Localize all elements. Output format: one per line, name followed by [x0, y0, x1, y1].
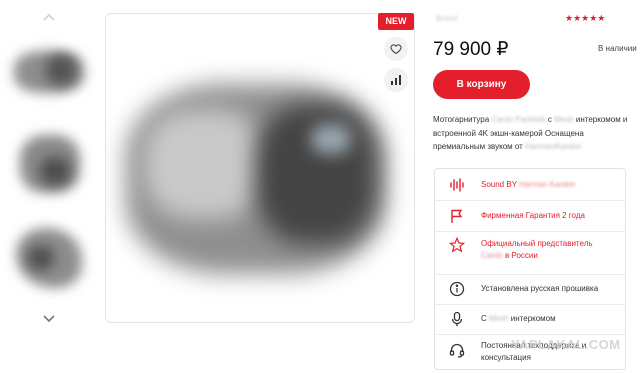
- feature-item-firmware: Установлена русская прошивка: [435, 274, 625, 305]
- microphone-icon: [449, 311, 465, 327]
- description-text: с: [545, 115, 555, 124]
- chevron-up-icon[interactable]: [40, 8, 58, 26]
- add-to-cart-button[interactable]: В корзину: [433, 70, 530, 99]
- description-text: Мотогарнитура: [433, 115, 492, 124]
- feature-label: Sound BY Harman Kardon: [481, 180, 576, 189]
- feature-item-intercom: С Mesh интеркомом: [435, 304, 625, 335]
- info-icon: [449, 281, 465, 297]
- description-redacted: Cardo Packtalk: [491, 115, 546, 124]
- sound-wave-icon: [449, 177, 465, 193]
- heart-icon: [390, 44, 402, 55]
- chevron-down-icon[interactable]: [40, 310, 58, 328]
- feature-item-warranty: Фирменная Гарантия 2 года: [435, 200, 625, 232]
- new-badge: NEW: [378, 13, 414, 30]
- star-icon: [448, 236, 466, 253]
- product-brand[interactable]: Brand: [436, 14, 457, 23]
- thumbnail-1[interactable]: [6, 35, 92, 111]
- feature-label: Установлена русская прошивка: [481, 284, 599, 293]
- feature-label: Фирменная Гарантия 2 года: [481, 211, 585, 220]
- compare-button[interactable]: [384, 68, 408, 92]
- feature-item-official: Официальный представитель Cardo в России: [435, 231, 625, 275]
- feature-label: Официальный представитель Cardo в России: [481, 239, 593, 260]
- description-redacted: Mesh: [554, 115, 574, 124]
- thumbnail-3[interactable]: [6, 218, 92, 294]
- product-main-image[interactable]: [105, 13, 415, 323]
- watermark: YAPLAKAL.COM: [511, 337, 621, 352]
- favorite-button[interactable]: [384, 37, 408, 61]
- thumbnail-gallery: [0, 0, 100, 373]
- feature-item-sound: Sound BY Harman Kardon: [435, 169, 625, 201]
- product-description: Мотогарнитура Cardo Packtalk с Mesh инте…: [433, 113, 633, 154]
- headset-icon: [449, 342, 465, 358]
- flag-icon: [449, 208, 465, 224]
- availability-status: В наличии: [598, 44, 637, 53]
- product-price: 79 900 ₽: [433, 39, 509, 60]
- description-redacted: Harman/Kardon: [525, 142, 582, 151]
- rating-stars[interactable]: ★★★★★: [565, 13, 605, 24]
- bar-chart-icon: [391, 75, 401, 85]
- thumbnail-2[interactable]: [6, 125, 92, 201]
- feature-label: С Mesh интеркомом: [481, 314, 556, 323]
